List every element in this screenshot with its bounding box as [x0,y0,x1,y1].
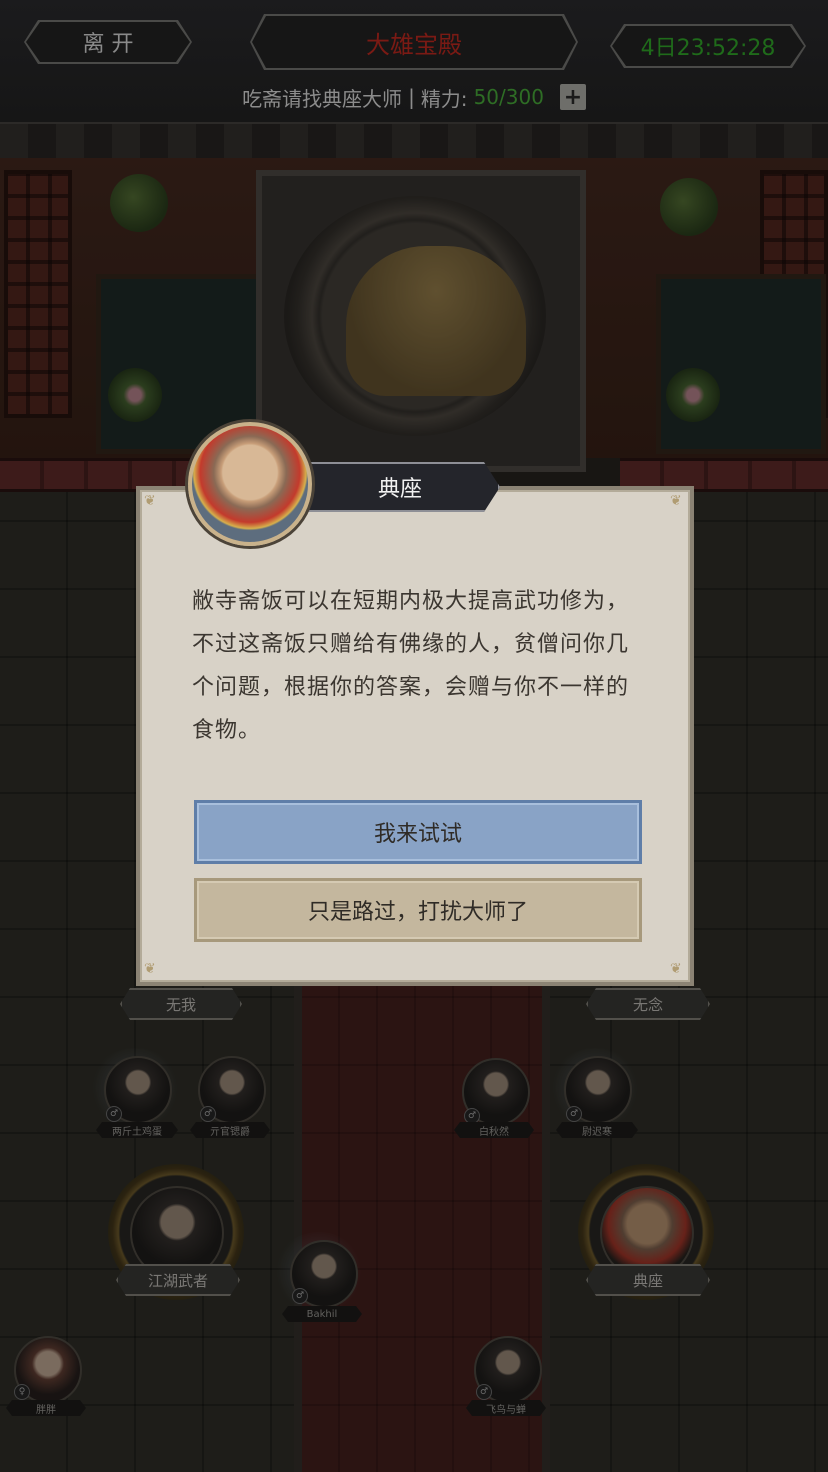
try-button[interactable]: 我来试试 [194,800,642,864]
quest-separator: | [408,85,415,109]
location-title-frame: 大雄宝殿 [250,14,578,70]
stamina-label: 精力: [420,86,468,111]
stamina-value: 50/300 [473,85,544,109]
dialog-text: 敝寺斋饭可以在短期内极大提高武功修为，不过这斋饭只赠给有佛缘的人，贫僧问你几个问… [192,589,630,743]
pass-button[interactable]: 只是路过，打扰大师了 [194,878,642,942]
dialog-body: ❦ ❦ ❦ ❦ 敝寺斋饭可以在短期内极大提高武功修为，不过这斋饭只赠给有佛缘的人… [140,490,690,982]
leave-button[interactable]: 离 开 [26,22,190,62]
leave-button-frame: 离 开 [24,20,192,64]
top-bar: 离 开 大雄宝殿 4日23:52:28 吃斋请找典座大师 | 精力: 50/30… [0,0,828,124]
quest-line: 吃斋请找典座大师 | 精力: 50/300 + [0,82,828,112]
location-title: 大雄宝殿 [252,16,576,68]
corner-ornament-icon: ❦ [144,961,156,977]
countdown-timer: 4日23:52:28 [612,26,804,66]
timer-frame: 4日23:52:28 [610,24,806,68]
corner-ornament-icon: ❦ [144,493,156,509]
speaker-portrait [188,422,312,546]
quest-text: 吃斋请找典座大师 [242,86,403,111]
corner-ornament-icon: ❦ [670,961,682,977]
corner-ornament-icon: ❦ [670,493,682,509]
speaker-name-plate: 典座 [300,462,500,512]
npc-dialog: ❦ ❦ ❦ ❦ 敝寺斋饭可以在短期内极大提高武功修为，不过这斋饭只赠给有佛缘的人… [136,486,694,986]
add-stamina-button[interactable]: + [559,84,586,110]
